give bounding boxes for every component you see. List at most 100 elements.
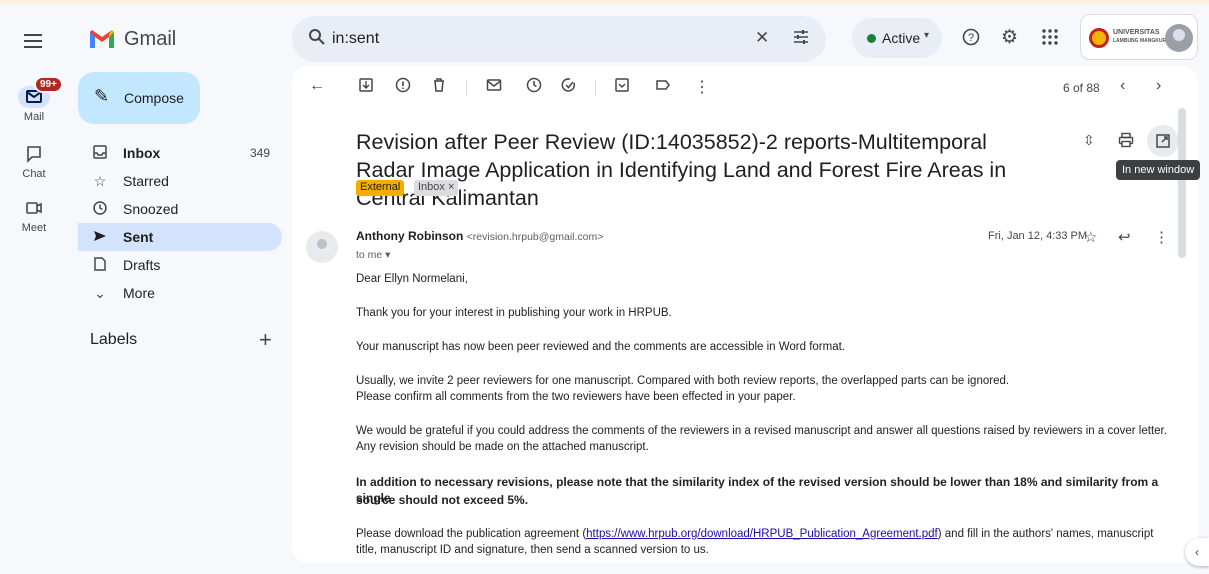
university-logo: [1089, 28, 1109, 48]
add-label-icon[interactable]: +: [259, 327, 272, 353]
nav-label: Drafts: [123, 257, 161, 273]
rail-meet[interactable]: Meet: [0, 197, 68, 234]
labels-heading: Labels: [90, 331, 138, 348]
avatar: [1165, 24, 1193, 52]
body-greeting: Dear Ellyn Normelani,: [356, 273, 468, 285]
tooltip: In new window: [1116, 160, 1201, 180]
reply-icon[interactable]: ↩: [1118, 228, 1131, 246]
nav-label: Snoozed: [123, 201, 179, 217]
nav-item-snoozed[interactable]: Snoozed: [78, 195, 282, 223]
help-icon[interactable]: ?: [962, 28, 980, 51]
account-switcher[interactable]: UNIVERSITAS LAMBUNG MANGKURAT: [1080, 14, 1198, 60]
sender-line: Anthony Robinson <revision.hrpub@gmail.c…: [356, 229, 603, 243]
nav-item-drafts[interactable]: Drafts: [78, 251, 282, 279]
label-tag-icon[interactable]: [655, 77, 671, 98]
body-paragraph: Thank you for your interest in publishin…: [356, 307, 672, 319]
inbox-icon: [92, 145, 108, 162]
svg-text:?: ?: [968, 32, 974, 44]
body-paragraph: We would be grateful if you could addres…: [356, 425, 1167, 437]
clock-icon: [92, 201, 108, 218]
archive-icon[interactable]: [358, 77, 374, 98]
search-input[interactable]: [332, 28, 712, 50]
nav-count: 349: [249, 146, 270, 160]
clear-search-icon[interactable]: ✕: [755, 28, 769, 48]
send-icon: [92, 229, 108, 246]
move-to-icon[interactable]: [614, 77, 630, 98]
search-icon[interactable]: [308, 28, 326, 51]
rail-chat-label: Chat: [22, 168, 46, 180]
body-paragraph: Please confirm all comments from the two…: [356, 391, 796, 403]
compose-label: Compose: [124, 90, 184, 106]
sender-name[interactable]: Anthony Robinson: [356, 229, 463, 243]
gmail-m-icon: [90, 30, 114, 48]
video-icon: [18, 197, 50, 219]
expand-collapse-icon[interactable]: ⇳: [1083, 132, 1095, 149]
back-arrow-icon[interactable]: ←: [309, 77, 325, 95]
star-icon[interactable]: ☆: [1084, 228, 1097, 246]
more-options-icon[interactable]: ⋮: [694, 77, 710, 97]
sender-avatar: [306, 231, 338, 263]
chevron-down-icon: ⌄: [94, 285, 106, 301]
search-options-icon[interactable]: [792, 28, 810, 51]
pencil-icon: ✎: [94, 86, 110, 106]
nav-item-inbox[interactable]: Inbox 349: [78, 139, 282, 167]
star-icon: ☆: [93, 173, 107, 189]
newer-chevron-icon[interactable]: ‹: [1120, 77, 1125, 95]
nav-label: Starred: [123, 173, 169, 189]
print-icon[interactable]: [1118, 132, 1134, 153]
rail-chat[interactable]: Chat: [0, 143, 68, 180]
body-paragraph: title, manuscript ID and signature, then…: [356, 544, 709, 556]
older-chevron-icon[interactable]: ›: [1156, 77, 1161, 95]
toolbar-divider: [595, 80, 596, 96]
report-spam-icon[interactable]: [395, 77, 411, 98]
agreement-link[interactable]: https://www.hrpub.org/download/HRPUB_Pub…: [586, 528, 938, 540]
compose-button[interactable]: ✎ Compose: [78, 72, 200, 124]
delete-trash-icon[interactable]: [431, 77, 447, 98]
status-selector[interactable]: Active ▾: [852, 18, 942, 58]
rail-meet-label: Meet: [21, 222, 47, 234]
chat-icon: [18, 143, 50, 165]
nav-item-starred[interactable]: ☆ Starred: [78, 167, 282, 195]
external-label-chip: External: [356, 180, 405, 196]
nav-item-more[interactable]: ⌄ More: [78, 279, 282, 307]
apps-grid-icon[interactable]: [1041, 28, 1059, 51]
status-dot: [867, 34, 876, 43]
body-paragraph: Usually, we invite 2 peer reviewers for …: [356, 375, 1010, 387]
inbox-label-chip[interactable]: Inbox ×: [414, 180, 459, 196]
sender-email: <revision.hrpub@gmail.com>: [466, 231, 604, 243]
body-paragraph: Please download the publication agreemen…: [356, 526, 1176, 542]
snooze-clock-icon[interactable]: [526, 77, 542, 98]
open-in-new-window-icon[interactable]: [1147, 125, 1179, 157]
draft-icon: [92, 257, 108, 274]
side-panel-toggle-icon[interactable]: ‹: [1185, 538, 1209, 566]
pagination-count: 6 of 88: [1063, 81, 1100, 95]
message-panel: ← ⋮ 6 of 88 ‹ › Revision after Peer Revi…: [292, 66, 1198, 563]
email-subject: Revision after Peer Review (ID:14035852)…: [356, 130, 1007, 210]
search-bar[interactable]: ✕: [292, 16, 826, 62]
body-text: ) and fill in the authors' names, manusc…: [937, 528, 1154, 540]
main-menu-icon[interactable]: [24, 34, 42, 48]
unread-badge: 99+: [34, 76, 63, 93]
org-name: UNIVERSITAS LAMBUNG MANGKURAT: [1113, 29, 1173, 44]
nav-item-sent[interactable]: Sent: [78, 223, 282, 251]
scrollbar[interactable]: [1178, 108, 1186, 258]
body-text: Please download the publication agreemen…: [356, 528, 587, 540]
settings-gear-icon[interactable]: ⚙: [1001, 26, 1018, 49]
email-date: Fri, Jan 12, 4:33 PM: [988, 230, 1088, 242]
gmail-logo[interactable]: Gmail: [88, 26, 176, 52]
app-title: Gmail: [124, 27, 177, 50]
top-strip: [0, 0, 1209, 4]
body-paragraph-bold: source should not exceed 5%.: [356, 493, 529, 507]
add-task-icon[interactable]: [561, 77, 577, 98]
body-paragraph: Your manuscript has now been peer review…: [356, 341, 846, 353]
nav-label: More: [123, 285, 155, 301]
toolbar-divider: [466, 80, 467, 96]
nav-label: Sent: [123, 229, 154, 245]
mark-unread-icon[interactable]: [486, 77, 502, 98]
more-options-icon[interactable]: ⋮: [1154, 228, 1169, 246]
chevron-down-icon: ▾: [924, 30, 930, 41]
status-label: Active: [882, 30, 921, 46]
recipients-toggle[interactable]: to me ▾: [356, 249, 390, 261]
body-paragraph: Any revision should be made on the attac…: [356, 441, 649, 453]
nav-label: Inbox: [123, 145, 161, 161]
